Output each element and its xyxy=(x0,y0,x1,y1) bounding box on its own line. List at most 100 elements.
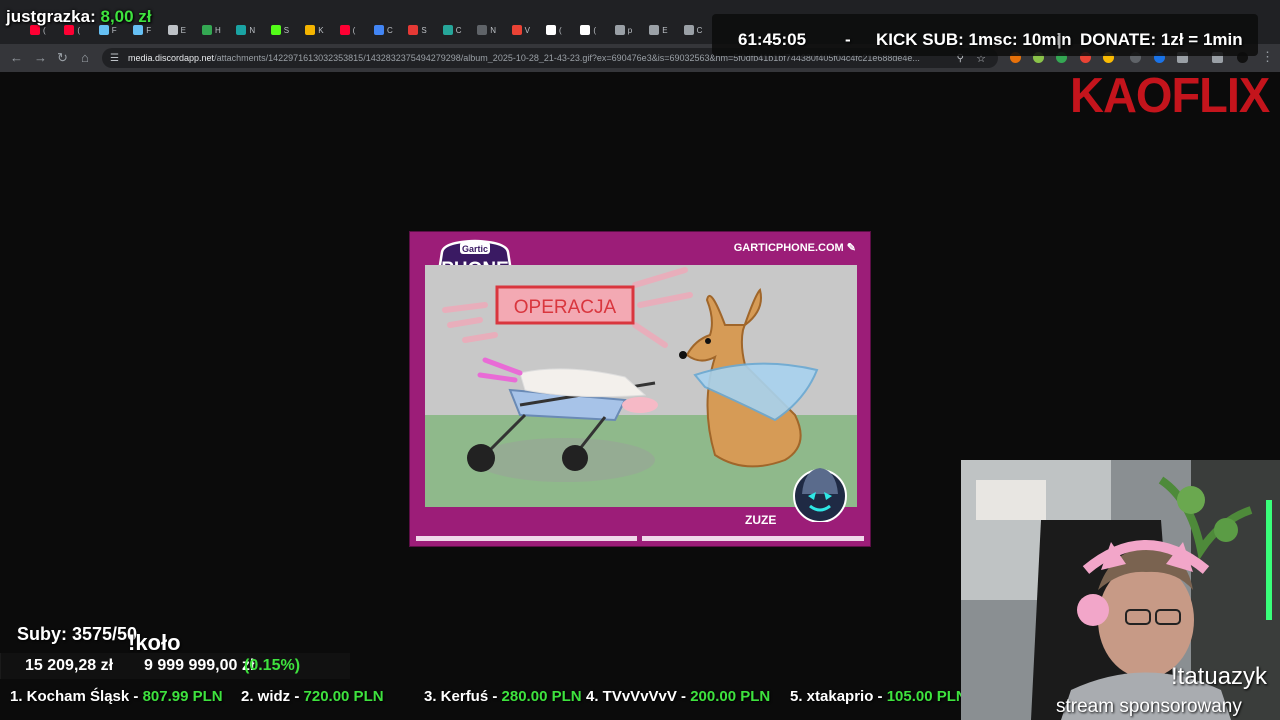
browser-tab[interactable]: H xyxy=(202,20,221,40)
kick-icon xyxy=(270,25,281,35)
browser-tab[interactable]: ( xyxy=(339,20,356,40)
tab-label: V xyxy=(524,25,530,35)
browser-tab[interactable]: E xyxy=(167,20,186,40)
chat-command-tatuazyk: !tatuazyk xyxy=(1171,663,1268,690)
browser-menu-icon[interactable]: ⋮ xyxy=(1261,48,1274,66)
tiktok-icon xyxy=(546,25,556,35)
gartic-phone-card: Gartic PHONE GARTICPHONE.COM ✎ OPERACJA xyxy=(409,231,871,547)
tab-label: K xyxy=(318,25,324,35)
globe-icon xyxy=(614,25,625,35)
ticker-entry: 4. TVvVvVvV - 200.00 PLN xyxy=(586,688,770,705)
patient-body xyxy=(519,368,647,398)
tab-label: ( xyxy=(559,25,562,35)
tab-label: p xyxy=(627,25,633,35)
kangaroo-nose xyxy=(679,351,687,359)
p-icon xyxy=(236,25,247,35)
donation-goal-bar: 15 209,28 zł 9 999 999,00 zł (0.15%) xyxy=(0,653,350,679)
globe-icon xyxy=(683,25,694,35)
kick-sub-rate: KICK SUB: 1msc: 10min xyxy=(876,30,1072,49)
doc-icon xyxy=(167,25,178,35)
gartic-site-link[interactable]: GARTICPHONE.COM ✎ xyxy=(734,241,856,254)
latest-donation: justgrazka: 8,00 zł xyxy=(6,7,152,27)
donor-amount: 105.00 PLN xyxy=(886,688,967,705)
tab-label: S xyxy=(421,25,427,35)
gartic-site-label: GARTICPHONE.COM xyxy=(733,242,844,254)
tab-label: S xyxy=(283,25,290,35)
browser-tab[interactable]: N xyxy=(477,20,496,40)
browser-tab[interactable]: ( xyxy=(546,20,562,40)
browser-tab[interactable]: C xyxy=(442,20,462,40)
donation-amount: 8,00 zł xyxy=(100,7,152,26)
tiktok-icon xyxy=(580,25,591,35)
tab-label: E xyxy=(180,25,186,35)
kangaroo-eye xyxy=(705,338,711,344)
donor-amount: 720.00 PLN xyxy=(303,688,384,705)
translate-icon xyxy=(442,25,453,35)
donation-goal-fill xyxy=(0,653,1,679)
donor-name: justgrazka: xyxy=(6,7,96,26)
donor-amount: 200.00 PLN xyxy=(690,688,771,705)
goal-current: 15 209,28 zł xyxy=(25,657,114,674)
separator: - xyxy=(845,30,851,49)
forward-icon[interactable]: → xyxy=(34,49,47,67)
patient-feet xyxy=(477,357,523,383)
tab-label: N xyxy=(490,25,496,35)
subathon-timer-bar: 61:45:05 - KICK SUB: 1msc: 10min | DONAT… xyxy=(712,14,1258,56)
ticker-entry: 2. widz - 720.00 PLN xyxy=(241,688,384,705)
browser-tab[interactable]: C xyxy=(683,20,703,40)
browser-tab[interactable]: ( xyxy=(580,20,596,40)
browser-tab[interactable]: E xyxy=(649,20,668,40)
donor-amount: 280.00 PLN xyxy=(501,688,582,705)
tab-label: H xyxy=(215,25,221,35)
reload-icon[interactable]: ↻ xyxy=(57,49,68,67)
calendar-icon xyxy=(305,25,316,35)
subathon-timer: 61:45:05 xyxy=(738,30,807,49)
donor-label: 4. TVvVvVvV - xyxy=(586,688,691,705)
browser-tab[interactable]: C xyxy=(374,20,393,40)
operacja-sign-text: OPERACJA xyxy=(514,297,617,318)
donate-rate: DONATE: 1zł = 1min xyxy=(1080,30,1243,49)
author-name: ZUZE xyxy=(745,513,777,527)
donor-amount: 807.99 PLN xyxy=(142,688,223,705)
globe-icon xyxy=(649,25,660,35)
tab-label: C xyxy=(696,25,703,35)
drive-icon xyxy=(202,25,212,35)
browser-tab[interactable]: K xyxy=(305,20,324,40)
channel-logo: KAOFLIX xyxy=(1070,66,1270,123)
donor-label: 3. Kerfuś - xyxy=(424,688,502,705)
ticker-entry: 3. Kerfuś - 280.00 PLN xyxy=(424,688,582,705)
album-progress-done xyxy=(416,536,637,541)
wheel xyxy=(562,445,588,471)
tab-label: ( xyxy=(593,25,597,35)
home-icon[interactable]: ⌂ xyxy=(81,49,89,67)
goal-percent: (0.15%) xyxy=(244,657,301,674)
ticker-entry: 5. xtakaprio - 105.00 PLN xyxy=(790,688,967,705)
donor-label: 2. widz - xyxy=(241,688,304,705)
browser-tab[interactable]: S xyxy=(270,20,290,40)
back-icon[interactable]: ← xyxy=(10,49,23,67)
player-avatar xyxy=(793,468,847,522)
patient-head xyxy=(622,397,658,413)
wheel xyxy=(467,444,495,472)
donor-label: 1. Kocham Śląsk - xyxy=(10,688,143,705)
separator: | xyxy=(1057,30,1062,49)
tab-label: N xyxy=(249,25,256,35)
tab-label: C xyxy=(455,25,462,35)
browser-tab[interactable]: V xyxy=(511,20,530,40)
flag-icon xyxy=(408,25,419,35)
browser-tab[interactable]: N xyxy=(236,20,255,40)
album-progress-remaining xyxy=(642,536,864,541)
ticker-entry: 1. Kocham Śląsk - 807.99 PLN xyxy=(10,688,223,705)
gartic-logo-top: Gartic xyxy=(462,244,488,254)
url-host: media.discordapp.net xyxy=(128,53,215,63)
record-icon xyxy=(511,25,522,35)
tab-label: ( xyxy=(352,25,356,35)
browser-tab[interactable]: p xyxy=(614,20,633,40)
site-info-icon[interactable]: ☰ xyxy=(110,53,122,64)
sponsored-caption: stream sponsorowany xyxy=(1056,696,1242,717)
blank-icon xyxy=(477,25,488,35)
sub-counter: Suby: 3575/50 xyxy=(17,624,138,644)
goal-target: 9 999 999,00 zł xyxy=(144,657,255,674)
donor-label: 5. xtakaprio - xyxy=(790,688,887,705)
browser-tab[interactable]: S xyxy=(408,20,427,40)
